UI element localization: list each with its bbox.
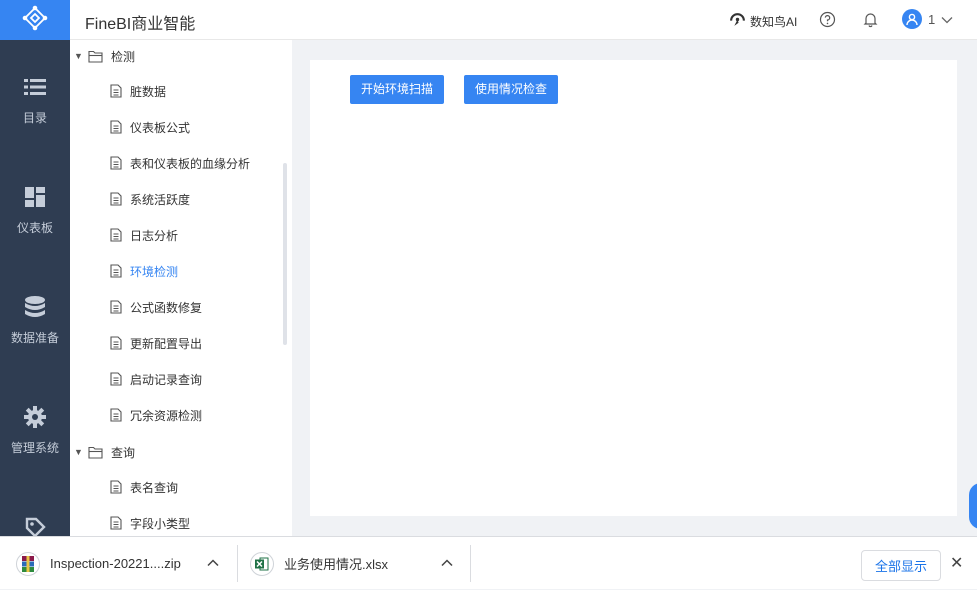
nav-item-catalog[interactable]: 目录 <box>0 40 70 150</box>
divider <box>237 545 238 582</box>
tree-item-label: 冗余资源检测 <box>130 408 203 423</box>
tree-item[interactable]: 日志分析 <box>70 217 280 253</box>
document-icon <box>110 516 122 530</box>
app-title: FineBI商业智能 <box>85 16 196 33</box>
tool-tree: ▼ 检测 脏数据 仪表板公式 表和仪表板的血缘分析 系统活跃度 日志分析 环境检… <box>70 40 292 536</box>
ai-label: 数知鸟AI <box>750 14 798 29</box>
list-icon <box>24 76 46 98</box>
tree-item[interactable]: 更新配置导出 <box>70 325 280 361</box>
tree-folder-inspect[interactable]: ▼ 检测 <box>70 40 280 74</box>
tree-item-label: 表名查询 <box>130 480 179 495</box>
tree-folder-query[interactable]: ▼ 查询 <box>70 434 280 470</box>
tag-icon <box>24 516 46 536</box>
document-icon <box>110 120 122 134</box>
tree-item[interactable]: 冗余资源检测 <box>70 397 280 433</box>
document-icon <box>110 264 122 278</box>
winrar-archive-icon <box>16 551 40 576</box>
bell-icon <box>862 13 879 32</box>
document-icon <box>110 156 122 170</box>
nav-item-system-admin[interactable]: 管理系统 <box>0 370 70 480</box>
tree-item[interactable]: 表名查询 <box>70 469 280 505</box>
ai-assistant-button[interactable]: 数知鸟AI <box>729 11 797 31</box>
document-icon <box>110 84 122 98</box>
nav-label: 仪表板 <box>16 221 53 235</box>
download-item[interactable]: 业务使用情况.xlsx <box>250 537 388 590</box>
document-icon <box>110 480 122 494</box>
tree-item[interactable]: 脏数据 <box>70 73 280 109</box>
database-icon <box>25 296 45 318</box>
folder-icon <box>88 446 103 459</box>
nav-item-data-prep[interactable]: 数据准备 <box>0 260 70 370</box>
tree-item[interactable]: 字段小类型 <box>70 505 280 536</box>
excel-file-icon <box>250 551 274 576</box>
floating-assistant-tab[interactable] <box>969 483 977 529</box>
user-menu[interactable]: 1 <box>902 9 953 29</box>
nav-item-more[interactable] <box>0 480 70 536</box>
tree-item-label: 更新配置导出 <box>130 336 203 351</box>
tree-item[interactable]: 系统活跃度 <box>70 181 280 217</box>
tree-folder-label: 查询 <box>111 445 136 460</box>
document-icon <box>110 192 122 206</box>
bird-icon <box>729 11 746 31</box>
tree-item-label: 仪表板公式 <box>130 120 191 135</box>
tree-item-label: 启动记录查询 <box>130 372 203 387</box>
caret-down-icon: ▼ <box>74 51 83 61</box>
tree-item-label: 系统活跃度 <box>130 192 191 207</box>
tree-item[interactable]: 公式函数修复 <box>70 289 280 325</box>
tree-scrollbar[interactable] <box>283 163 287 345</box>
download-bar: Inspection-20221....zip 业务使用情况.xlsx 全部显示… <box>0 536 977 589</box>
gear-icon <box>24 406 46 428</box>
tree-item-label: 公式函数修复 <box>130 300 203 315</box>
nav-item-dashboard[interactable]: 仪表板 <box>0 150 70 260</box>
document-icon <box>110 300 122 314</box>
notifications-button[interactable] <box>862 11 879 33</box>
tree-item-label: 表和仪表板的血缘分析 <box>130 156 251 171</box>
download-filename: 业务使用情况.xlsx <box>284 557 389 572</box>
tree-item-label: 字段小类型 <box>130 516 191 531</box>
help-button[interactable] <box>819 11 836 33</box>
top-header: FineBI商业智能 数知鸟AI 1 <box>0 0 977 40</box>
show-all-downloads-button[interactable]: 全部显示 <box>861 550 941 581</box>
user-name: 1 <box>928 11 936 27</box>
start-env-scan-button[interactable]: 开始环境扫描 <box>350 75 445 104</box>
dashboard-icon <box>25 186 45 208</box>
caret-down-icon: ▼ <box>74 447 83 457</box>
nav-label: 目录 <box>22 111 47 125</box>
download-item[interactable]: Inspection-20221....zip <box>16 537 181 590</box>
chevron-up-icon[interactable] <box>207 556 219 570</box>
help-icon <box>819 11 836 32</box>
nav-label: 数据准备 <box>10 331 59 345</box>
network-nodes-icon <box>21 4 49 37</box>
logo[interactable] <box>0 0 70 40</box>
document-icon <box>110 228 122 242</box>
main-panel: 开始环境扫描 使用情况检查 <box>310 60 957 516</box>
chevron-down-icon <box>941 12 953 27</box>
left-nav: 目录 仪表板 数据准备 管理系统 <box>0 40 70 536</box>
tree-item-active[interactable]: 环境检测 <box>70 253 280 289</box>
tree-item[interactable]: 仪表板公式 <box>70 109 280 145</box>
nav-label: 管理系统 <box>10 441 59 455</box>
chevron-up-icon[interactable] <box>441 556 453 570</box>
tree-item-label: 环境检测 <box>130 264 179 279</box>
tree-item-label: 脏数据 <box>130 84 167 99</box>
usage-check-button[interactable]: 使用情况检查 <box>464 75 559 104</box>
tree-item-label: 日志分析 <box>130 228 179 243</box>
folder-icon <box>88 50 103 63</box>
divider <box>470 545 471 582</box>
tree-item[interactable]: 启动记录查询 <box>70 361 280 397</box>
document-icon <box>110 408 122 422</box>
avatar <box>902 9 922 29</box>
download-filename: Inspection-20221....zip <box>50 556 181 571</box>
tree-item[interactable]: 表和仪表板的血缘分析 <box>70 145 280 181</box>
tree-folder-label: 检测 <box>111 49 136 64</box>
close-icon[interactable]: ✕ <box>950 553 963 573</box>
document-icon <box>110 336 122 350</box>
document-icon <box>110 372 122 386</box>
